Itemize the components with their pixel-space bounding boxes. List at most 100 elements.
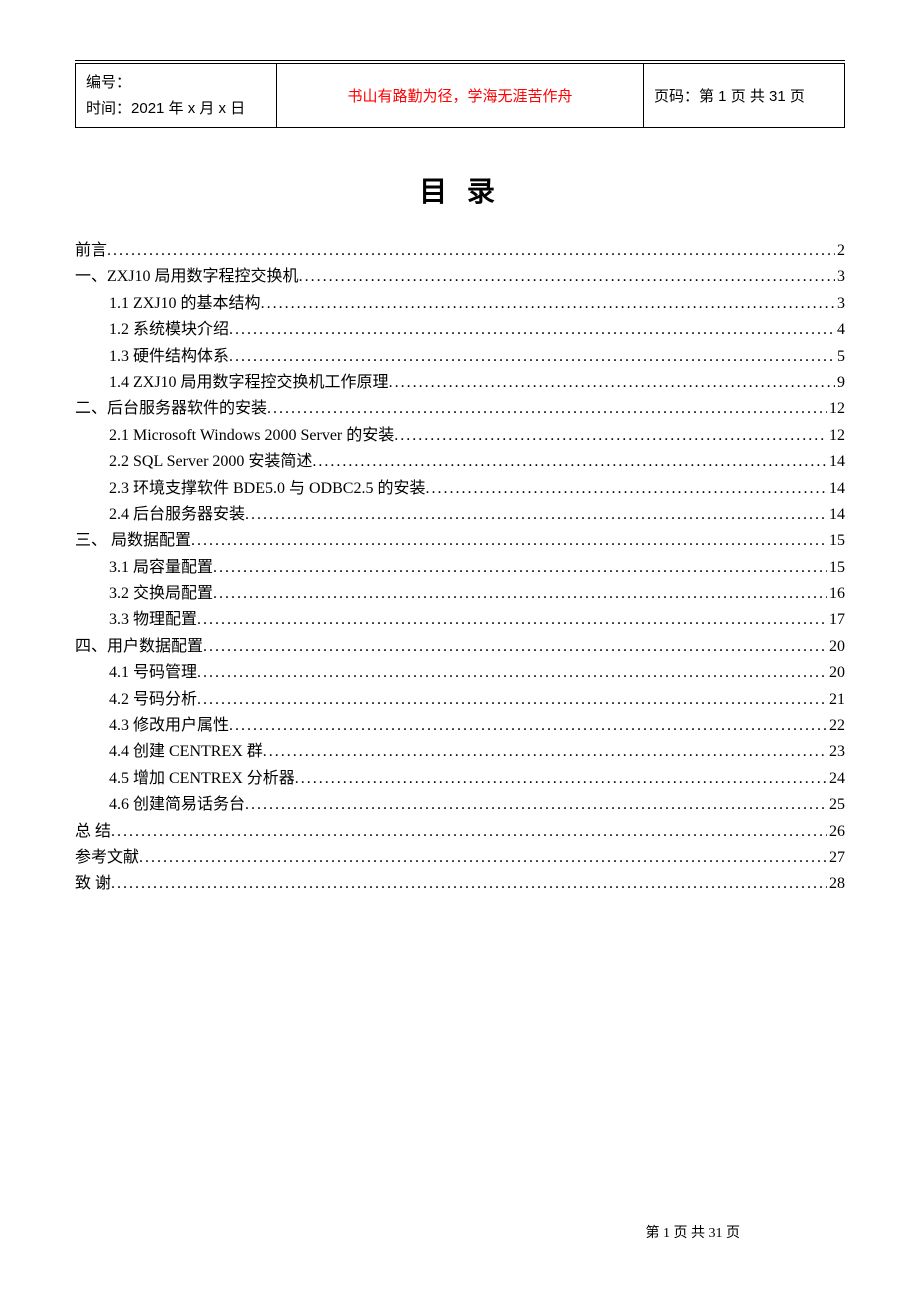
toc-entry-label: 二、后台服务器软件的安装 — [75, 396, 267, 422]
toc-leader-dots — [191, 528, 827, 554]
toc-leader-dots — [389, 370, 835, 396]
toc-entry: 3.1 局容量配置 15 — [75, 555, 845, 581]
toc-entry: 三、 局数据配置 15 — [75, 528, 845, 554]
toc-leader-dots — [213, 581, 827, 607]
page-label: 页码： — [654, 88, 699, 105]
toc-entry: 4.4 创建 CENTREX 群 23 — [75, 739, 845, 765]
page-footer: 第 1 页 共 31 页 — [646, 1222, 741, 1242]
toc-entry-page: 17 — [827, 607, 845, 633]
doc-time-line: 时间：2021 年 x 月 x 日 — [86, 96, 266, 122]
toc-entry-page: 12 — [827, 396, 845, 422]
toc-entry-page: 5 — [835, 344, 845, 370]
toc-entry-page: 3 — [835, 264, 845, 290]
toc-entry: 致 谢 28 — [75, 871, 845, 897]
toc-entry-page: 15 — [827, 528, 845, 554]
toc-entry-page: 21 — [827, 687, 845, 713]
toc-entry-page: 16 — [827, 581, 845, 607]
toc-entry-label: 4.6 创建简易话务台 — [109, 792, 245, 818]
id-label: 编号： — [86, 74, 131, 91]
toc-entry-page: 14 — [827, 476, 845, 502]
toc-leader-dots — [425, 476, 827, 502]
toc-entry-label: 四、用户数据配置 — [75, 634, 203, 660]
toc-entry-label: 4.1 号码管理 — [109, 660, 197, 686]
toc-entry: 2.3 环境支撑软件 BDE5.0 与 ODBC2.5 的安装 14 — [75, 476, 845, 502]
toc-entry: 一、ZXJ10 局用数字程控交换机 3 — [75, 264, 845, 290]
toc-entry-page: 3 — [835, 291, 845, 317]
toc-entry-label: 前言 — [75, 238, 107, 264]
toc-leader-dots — [299, 264, 835, 290]
toc-leader-dots — [295, 766, 827, 792]
toc-entry-label: 3.2 交换局配置 — [109, 581, 213, 607]
toc-entry-label: 参考文献 — [75, 845, 139, 871]
toc-entry-page: 24 — [827, 766, 845, 792]
toc-entry: 1.2 系统模块介绍 4 — [75, 317, 845, 343]
toc-leader-dots — [197, 607, 827, 633]
toc-entry-label: 三、 局数据配置 — [75, 528, 191, 554]
toc-entry: 2.4 后台服务器安装 14 — [75, 502, 845, 528]
top-border-line — [75, 60, 845, 61]
page-value: 第 1 页 共 31 页 — [699, 88, 805, 105]
toc-entry-label: 1.2 系统模块介绍 — [109, 317, 229, 343]
toc-entry: 3.2 交换局配置 16 — [75, 581, 845, 607]
toc-entry: 4.3 修改用户属性22 — [75, 713, 845, 739]
toc-entry-page: 14 — [827, 449, 845, 475]
toc-entry: 2.2 SQL Server 2000 安装简述 14 — [75, 449, 845, 475]
toc-entry-label: 一、ZXJ10 局用数字程控交换机 — [75, 264, 299, 290]
toc-entry: 3.3 物理配置17 — [75, 607, 845, 633]
toc-entry: 参考文献 27 — [75, 845, 845, 871]
toc-entry-label: 3.1 局容量配置 — [109, 555, 213, 581]
toc-leader-dots — [111, 871, 827, 897]
toc-entry: 4.6 创建简易话务台 25 — [75, 792, 845, 818]
toc-leader-dots — [229, 317, 835, 343]
toc-entry-label: 4.3 修改用户属性 — [109, 713, 229, 739]
toc-entry: 1.1 ZXJ10 的基本结构 3 — [75, 291, 845, 317]
header-left-cell: 编号： 时间：2021 年 x 月 x 日 — [76, 64, 277, 128]
toc-entry-label: 1.1 ZXJ10 的基本结构 — [109, 291, 261, 317]
toc-leader-dots — [229, 713, 827, 739]
toc-entry-label: 1.3 硬件结构体系 — [109, 344, 229, 370]
toc-leader-dots — [213, 555, 827, 581]
toc-leader-dots — [111, 819, 827, 845]
toc-leader-dots — [197, 660, 827, 686]
toc-entry-page: 23 — [827, 739, 845, 765]
toc-entry: 四、用户数据配置 20 — [75, 634, 845, 660]
table-of-contents: 前言2一、ZXJ10 局用数字程控交换机 31.1 ZXJ10 的基本结构31.… — [75, 238, 845, 898]
toc-entry-label: 致 谢 — [75, 871, 111, 897]
time-label: 时间： — [86, 100, 131, 117]
toc-entry-label: 2.2 SQL Server 2000 安装简述 — [109, 449, 312, 475]
toc-leader-dots — [263, 739, 827, 765]
toc-entry: 4.1 号码管理 20 — [75, 660, 845, 686]
toc-entry-page: 15 — [827, 555, 845, 581]
toc-entry-label: 2.4 后台服务器安装 — [109, 502, 245, 528]
toc-entry-page: 9 — [835, 370, 845, 396]
toc-entry: 1.4 ZXJ10 局用数字程控交换机工作原理9 — [75, 370, 845, 396]
toc-entry-page: 20 — [827, 660, 845, 686]
toc-leader-dots — [197, 687, 827, 713]
toc-leader-dots — [245, 502, 827, 528]
toc-leader-dots — [139, 845, 827, 871]
toc-leader-dots — [107, 238, 835, 264]
toc-entry-page: 20 — [827, 634, 845, 660]
toc-leader-dots — [229, 344, 835, 370]
toc-leader-dots — [245, 792, 827, 818]
toc-entry-label: 总 结 — [75, 819, 111, 845]
toc-entry: 总 结26 — [75, 819, 845, 845]
toc-entry-page: 12 — [827, 423, 845, 449]
toc-entry: 二、后台服务器软件的安装 12 — [75, 396, 845, 422]
header-right-cell: 页码：第 1 页 共 31 页 — [644, 64, 845, 128]
toc-entry-page: 27 — [827, 845, 845, 871]
toc-entry-label: 4.5 增加 CENTREX 分析器 — [109, 766, 295, 792]
toc-entry: 2.1 Microsoft Windows 2000 Server 的安装 12 — [75, 423, 845, 449]
toc-entry-label: 2.3 环境支撑软件 BDE5.0 与 ODBC2.5 的安装 — [109, 476, 425, 502]
toc-entry-page: 14 — [827, 502, 845, 528]
toc-entry: 前言 2 — [75, 238, 845, 264]
toc-entry-page: 28 — [827, 871, 845, 897]
toc-leader-dots — [267, 396, 827, 422]
toc-entry-label: 4.2 号码分析 — [109, 687, 197, 713]
toc-entry-page: 2 — [835, 238, 845, 264]
toc-entry: 1.3 硬件结构体系 5 — [75, 344, 845, 370]
toc-entry-label: 4.4 创建 CENTREX 群 — [109, 739, 263, 765]
toc-leader-dots — [261, 291, 835, 317]
header-motto: 书山有路勤为径，学海无涯苦作舟 — [347, 88, 572, 105]
toc-entry: 4.2 号码分析 21 — [75, 687, 845, 713]
